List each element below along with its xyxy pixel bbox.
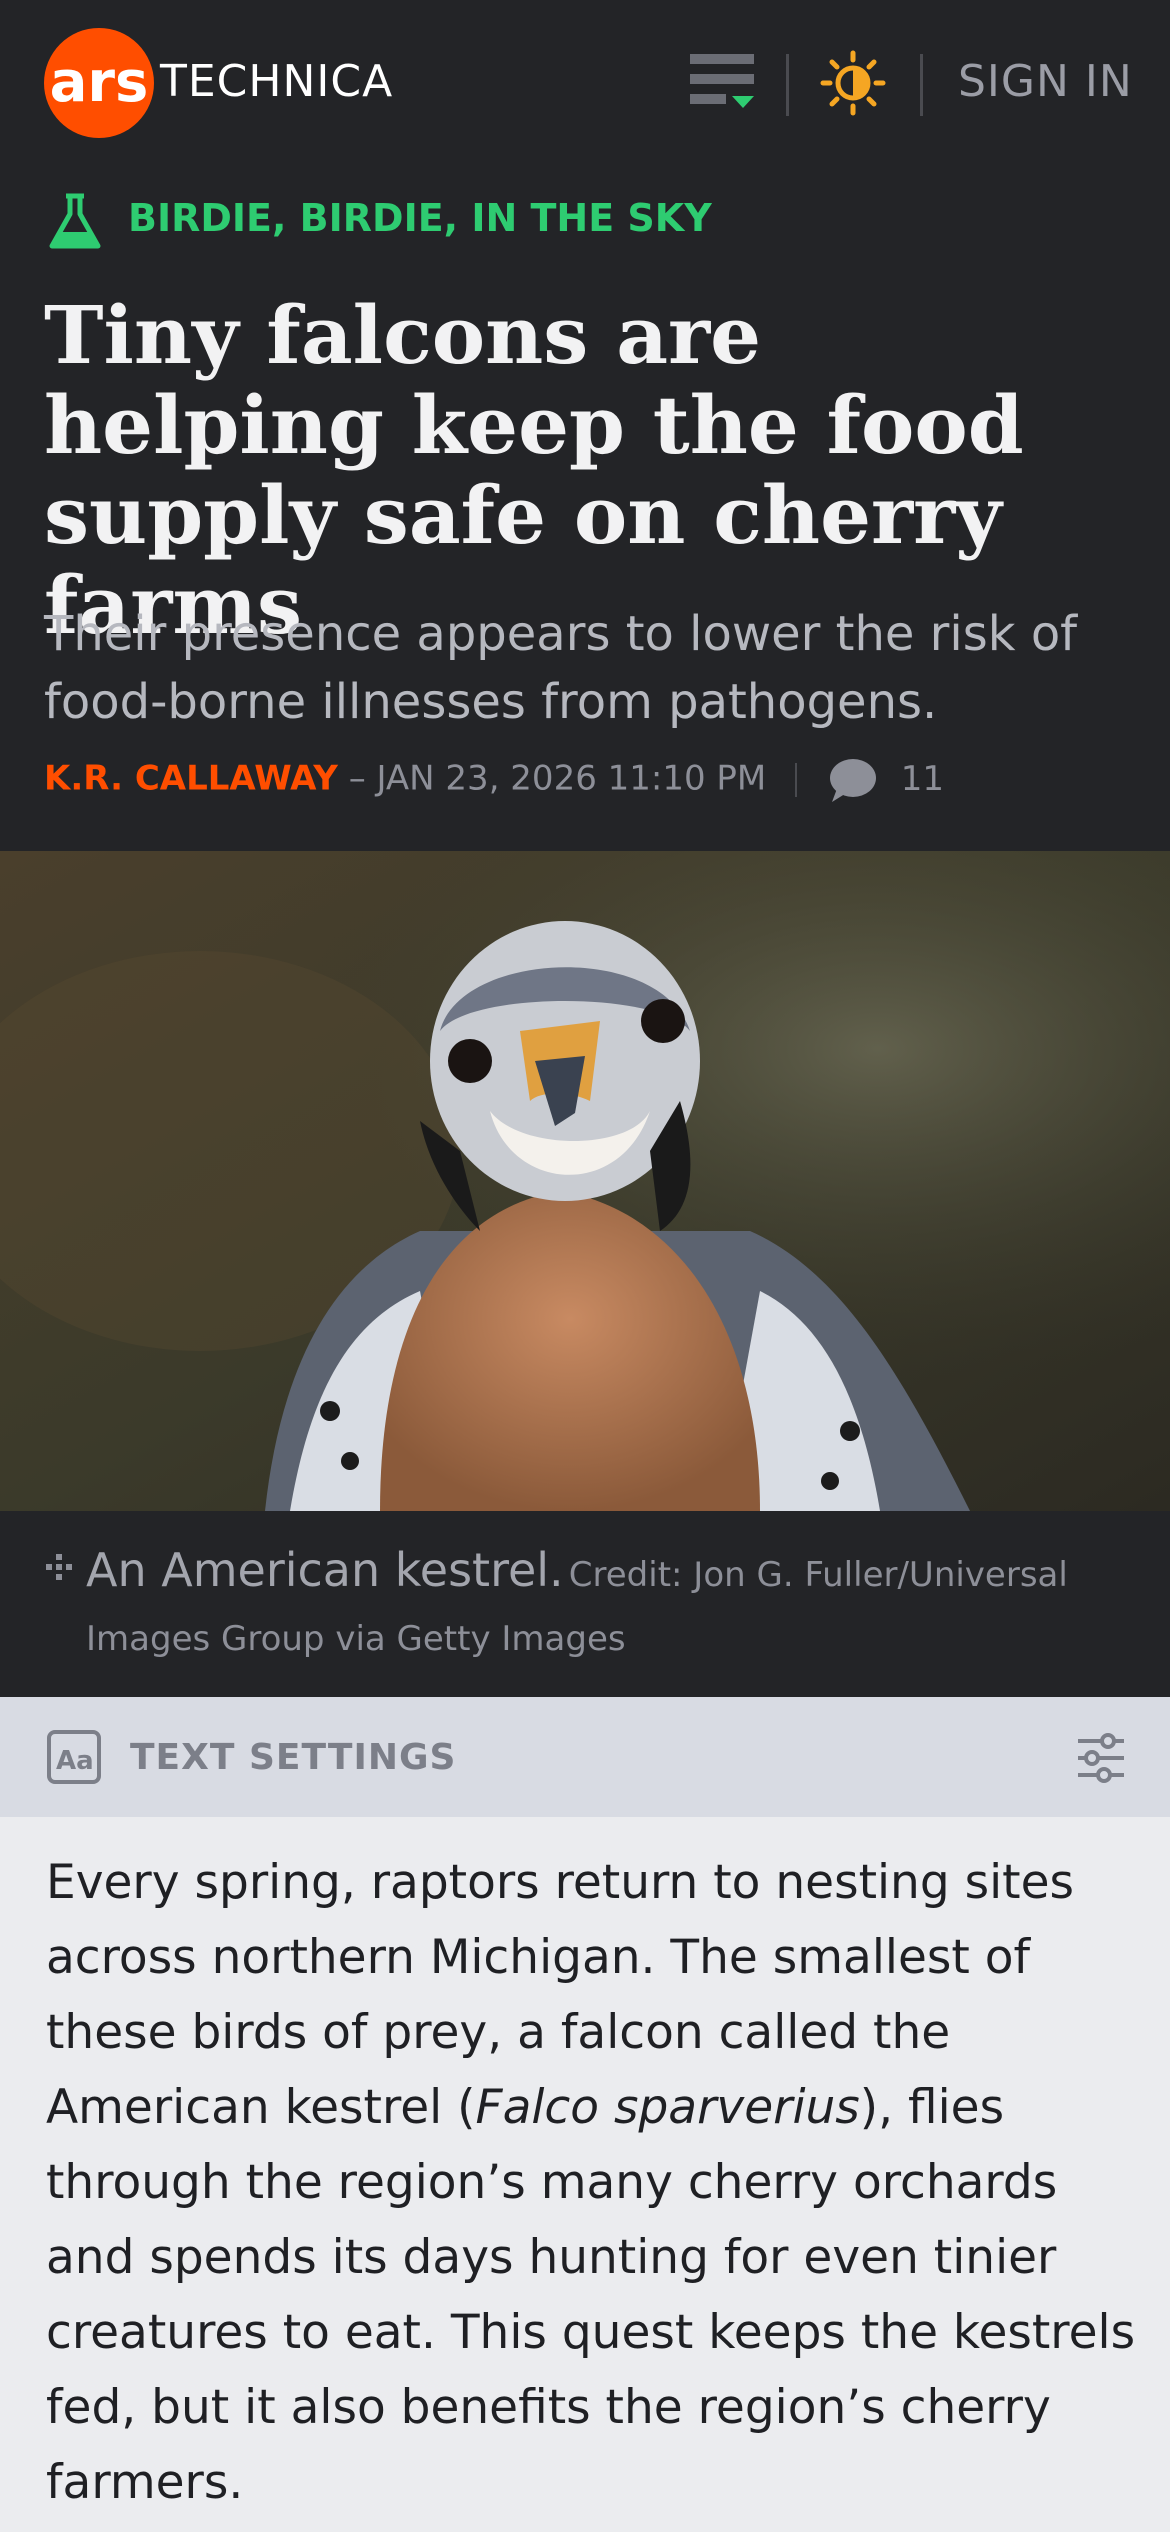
article-paragraph: Every spring, raptors return to nesting … — [46, 1845, 1136, 2520]
text-size-icon: Aa — [47, 1730, 101, 1784]
logo-ars-text: ars — [49, 50, 149, 115]
article-header-area: ars TECHNICA SIGN IN BIRDIE, BIRDIE, IN … — [0, 0, 1170, 851]
article-kicker[interactable]: BIRDIE, BIRDIE, IN THE SKY — [128, 196, 712, 240]
comment-icon[interactable] — [826, 756, 878, 804]
image-caption-area: An American kestrel. Credit: Jon G. Full… — [0, 1511, 1170, 1697]
byline: K.R. CALLAWAY – JAN 23, 2026 11:10 PM 11 — [44, 756, 944, 806]
comment-count[interactable]: 11 — [901, 759, 944, 799]
sun-icon[interactable] — [820, 50, 886, 116]
logo-technica[interactable]: TECHNICA — [160, 56, 393, 107]
svg-text:Aa: Aa — [56, 1746, 94, 1776]
sliders-icon[interactable] — [1074, 1731, 1128, 1785]
header-separator — [920, 54, 923, 116]
byline-separator — [795, 763, 798, 797]
menu-icon[interactable] — [686, 50, 762, 116]
sign-in-button[interactable]: SIGN IN — [958, 56, 1133, 107]
article-headline: Tiny falcons are helping keep the food s… — [44, 288, 1024, 652]
hero-image — [0, 851, 1170, 1511]
caption-pointer-icon — [46, 1554, 72, 1580]
text-settings-bar[interactable]: Aa TEXT SETTINGS — [0, 1697, 1170, 1817]
article-dek: Their presence appears to lower the risk… — [44, 606, 1078, 730]
logo-ars[interactable]: ars — [44, 28, 154, 138]
caption-text: An American kestrel. — [86, 1543, 564, 1597]
flask-icon — [49, 193, 101, 249]
text-settings-label[interactable]: TEXT SETTINGS — [130, 1737, 456, 1778]
site-header: ars TECHNICA SIGN IN — [0, 0, 1170, 170]
publish-date: – JAN 23, 2026 11:10 PM — [348, 758, 767, 799]
author-link[interactable]: K.R. CALLAWAY — [44, 759, 338, 799]
kestrel-photo — [0, 851, 1170, 1511]
paragraph-text-2: ), flies through the region’s many cherr… — [46, 2080, 1136, 2510]
image-caption: An American kestrel. Credit: Jon G. Full… — [86, 1541, 1126, 1674]
header-separator — [786, 54, 789, 116]
species-name: Falco sparverius — [475, 2080, 860, 2135]
